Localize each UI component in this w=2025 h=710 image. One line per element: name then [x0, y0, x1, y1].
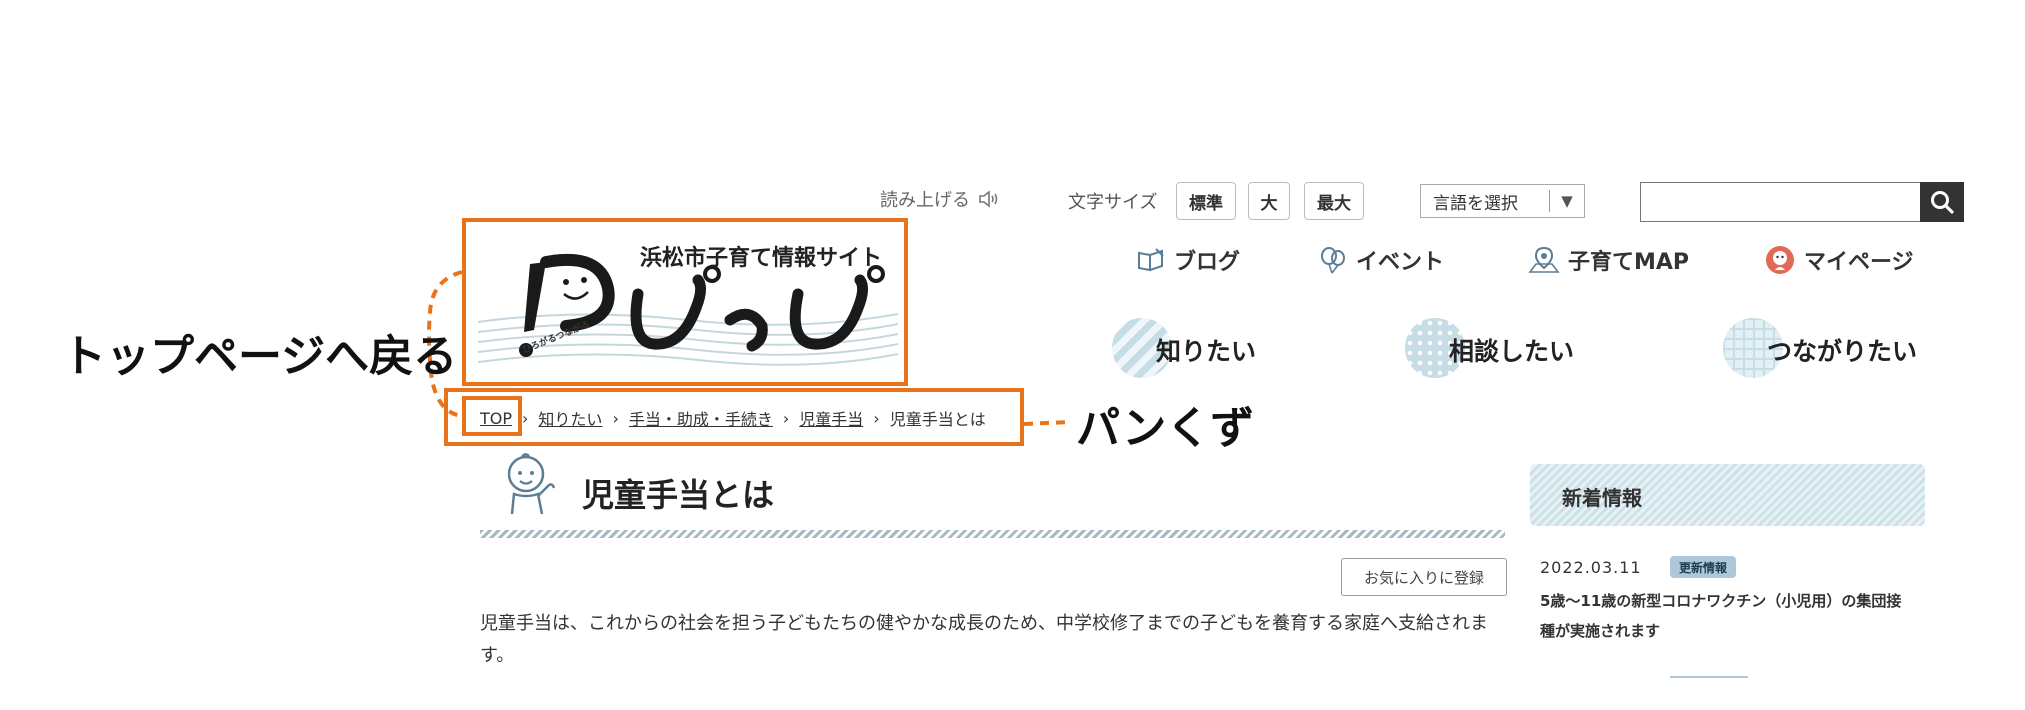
page-title: 児童手当とは: [582, 476, 775, 514]
news-tag-badge: 更新情報: [1670, 556, 1737, 578]
sidebar-divider: [1670, 676, 1748, 678]
news-date: 2022.03.11: [1540, 558, 1642, 577]
annotation-breadcrumb: パンくず: [1076, 403, 1255, 454]
news-title: 新着情報: [1562, 486, 1642, 510]
annotation-top-page: トップページへ戻る: [62, 331, 458, 382]
news-item-link[interactable]: 5歳～11歳の新型コロナワクチン（小児用）の集団接種が実施されます: [1540, 586, 1910, 646]
page-body-text: 児童手当は、これからの社会を担う子どもたちの健やかな成長のため、中学校修了までの…: [480, 613, 1488, 666]
baby-icon: [507, 453, 556, 515]
title-divider: [480, 530, 1505, 538]
add-favorite-button[interactable]: お気に入りに登録: [1341, 558, 1507, 596]
